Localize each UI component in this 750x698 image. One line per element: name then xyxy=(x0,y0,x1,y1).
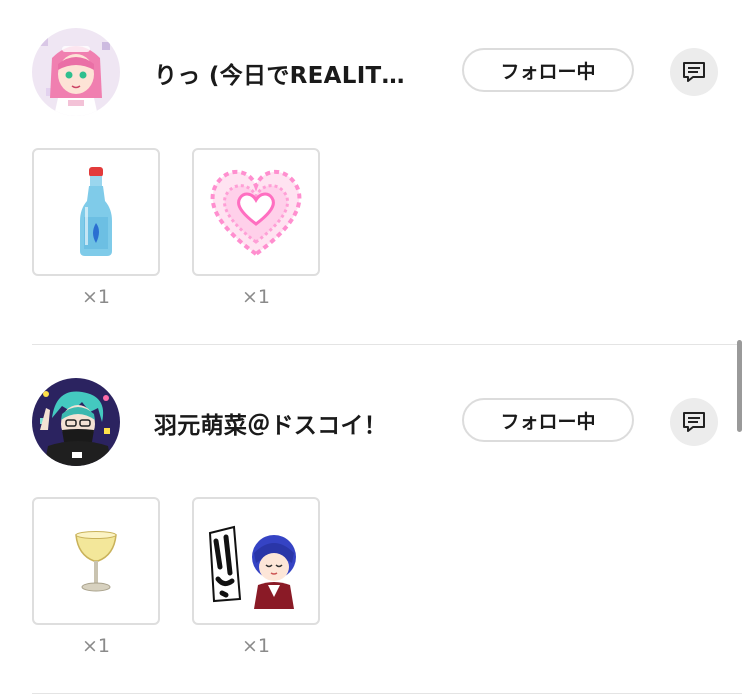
avatar[interactable] xyxy=(32,378,120,466)
gift-entry: 羽元萌菜＠ドスコイ！ フォロー中 ×1 ×1 xyxy=(0,350,740,695)
gift-list: ×1 ×1 xyxy=(32,148,432,318)
gift-entry: りっ (今日でREALIT… フォロー中 ×1 ×1 xyxy=(0,0,740,345)
gift-count: ×1 xyxy=(81,635,110,657)
username[interactable]: りっ (今日でREALIT… xyxy=(154,56,444,90)
message-icon xyxy=(683,412,705,432)
divider xyxy=(32,693,742,694)
gift-count: ×1 xyxy=(241,635,270,657)
gift-list: ×1 ×1 xyxy=(32,497,432,667)
message-button[interactable] xyxy=(670,48,718,96)
masked-boy-avatar-icon xyxy=(32,378,120,466)
gift-thumbnail[interactable] xyxy=(192,497,320,625)
scrollbar[interactable] xyxy=(737,340,742,432)
gift-count: ×1 xyxy=(241,286,270,308)
cocktail-glass-icon xyxy=(75,531,117,592)
gift-count: ×1 xyxy=(81,286,110,308)
following-button[interactable]: フォロー中 xyxy=(462,48,634,92)
pink-heart-icon xyxy=(210,170,302,257)
divider xyxy=(32,344,742,345)
gift-thumbnail[interactable] xyxy=(192,148,320,276)
user-row: 羽元萌菜＠ドスコイ！ フォロー中 xyxy=(32,378,722,468)
message-icon xyxy=(683,62,705,82)
gift-thumbnail[interactable] xyxy=(32,148,160,276)
following-button[interactable]: フォロー中 xyxy=(462,398,634,442)
user-row: りっ (今日でREALIT… フォロー中 xyxy=(32,28,722,118)
avatar[interactable] xyxy=(32,28,120,116)
iin-sticker-icon xyxy=(208,525,296,609)
username[interactable]: 羽元萌菜＠ドスコイ！ xyxy=(154,406,444,440)
gift-item[interactable]: ×1 xyxy=(192,148,320,308)
anime-girl-avatar-icon xyxy=(32,28,120,116)
ramune-bottle-icon xyxy=(80,167,112,256)
gift-item[interactable]: ×1 xyxy=(192,497,320,657)
gift-thumbnail[interactable] xyxy=(32,497,160,625)
gift-item[interactable]: ×1 xyxy=(32,148,160,308)
gift-item[interactable]: ×1 xyxy=(32,497,160,657)
message-button[interactable] xyxy=(670,398,718,446)
